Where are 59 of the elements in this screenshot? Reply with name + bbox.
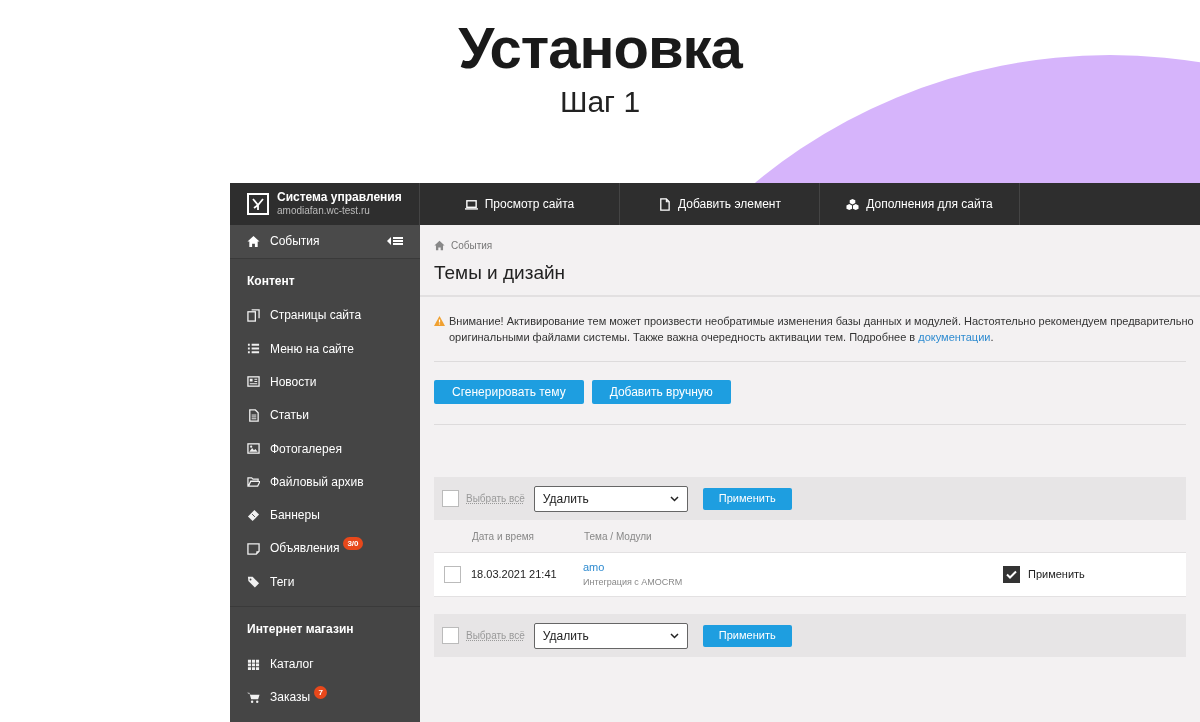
logo-icon — [247, 193, 269, 215]
grid-icon — [247, 657, 260, 671]
tags-icon — [247, 575, 260, 589]
checkbox[interactable] — [1003, 566, 1020, 583]
home-icon — [434, 240, 445, 251]
cubes-icon — [846, 197, 860, 211]
sidebar-item[interactable]: Заказы 7 — [230, 680, 420, 714]
sidebar-item[interactable]: Статьи — [230, 398, 420, 432]
breadcrumb-link[interactable]: События — [451, 238, 493, 253]
sidebar-section-title: Контент — [246, 272, 296, 290]
count-badge: 3/0 — [343, 536, 363, 550]
brand-domain: amodiafan.wc-test.ru — [277, 204, 371, 217]
top-nav-link[interactable]: Дополнения для сайта — [820, 183, 1020, 225]
checkbox-label: Применить — [1028, 567, 1085, 583]
modules-text: Интеграция с AMOCRM — [583, 575, 684, 589]
action-dropdown[interactable]: Удалить — [533, 485, 688, 512]
top-nav-link[interactable]: Добавить элемент — [620, 183, 820, 225]
file-icon — [658, 197, 671, 211]
newspaper-icon — [247, 375, 260, 389]
sidebar-item[interactable]: Страницы сайта — [230, 298, 420, 333]
sidebar-item[interactable]: Баннеры — [230, 498, 420, 532]
action-dropdown[interactable]: Удалить — [533, 622, 688, 649]
checkmark-icon — [1006, 570, 1017, 579]
caret-icon — [669, 495, 679, 502]
image-icon — [247, 442, 260, 456]
sidebar-section-title: Интернет магазин — [246, 621, 355, 639]
count-badge: 7 — [314, 685, 328, 699]
sidebar-item[interactable]: Объявления 3/0 — [230, 531, 420, 566]
list-icon — [247, 342, 260, 356]
ticket-icon — [247, 508, 260, 522]
brand-name: Система управления — [277, 191, 402, 204]
note-icon — [247, 541, 260, 555]
home-icon — [247, 234, 260, 248]
pages-icon — [247, 308, 260, 322]
sidebar-item[interactable]: Теги — [230, 565, 420, 599]
checkbox[interactable] — [442, 490, 459, 507]
checkbox[interactable] — [442, 627, 459, 644]
sidebar-item[interactable]: Меню на сайте — [230, 332, 420, 366]
column-header: Тема / Модули — [584, 529, 652, 544]
caret-icon — [669, 632, 679, 639]
sidebar-item[interactable]: Каталог — [230, 647, 420, 681]
column-header: Дата и время — [471, 529, 535, 544]
cart-icon — [247, 690, 260, 704]
sidebar-item[interactable]: Новости — [230, 365, 420, 399]
date-cell-text: 18.03.2021 21:41 — [471, 567, 558, 583]
folder-icon — [247, 475, 260, 489]
checkbox[interactable] — [444, 566, 461, 583]
sidebar-item[interactable]: Файловый архив — [230, 465, 420, 499]
warning-icon — [434, 316, 445, 326]
page-title: Темы и дизайн — [434, 261, 567, 285]
laptop-icon — [464, 197, 478, 211]
slide-title: Установка — [458, 14, 742, 82]
slide-subtitle: Шаг 1 — [559, 84, 641, 120]
theme-link[interactable]: amo — [583, 559, 605, 575]
top-nav-link[interactable]: Просмотр сайта — [420, 183, 620, 225]
sidebar-item[interactable]: Фотогалерея — [230, 431, 420, 466]
document-icon — [247, 408, 260, 422]
collapse-menu-icon[interactable] — [387, 236, 403, 247]
warning-text: Внимание! Активирование тем может произвести необратимые изменения базы данных и модулей. Настоятельно рекомендуем предварительно оригинальными файлами системы. Также важна очередность активации тем. Подробнее в документации. — [449, 314, 1194, 345]
